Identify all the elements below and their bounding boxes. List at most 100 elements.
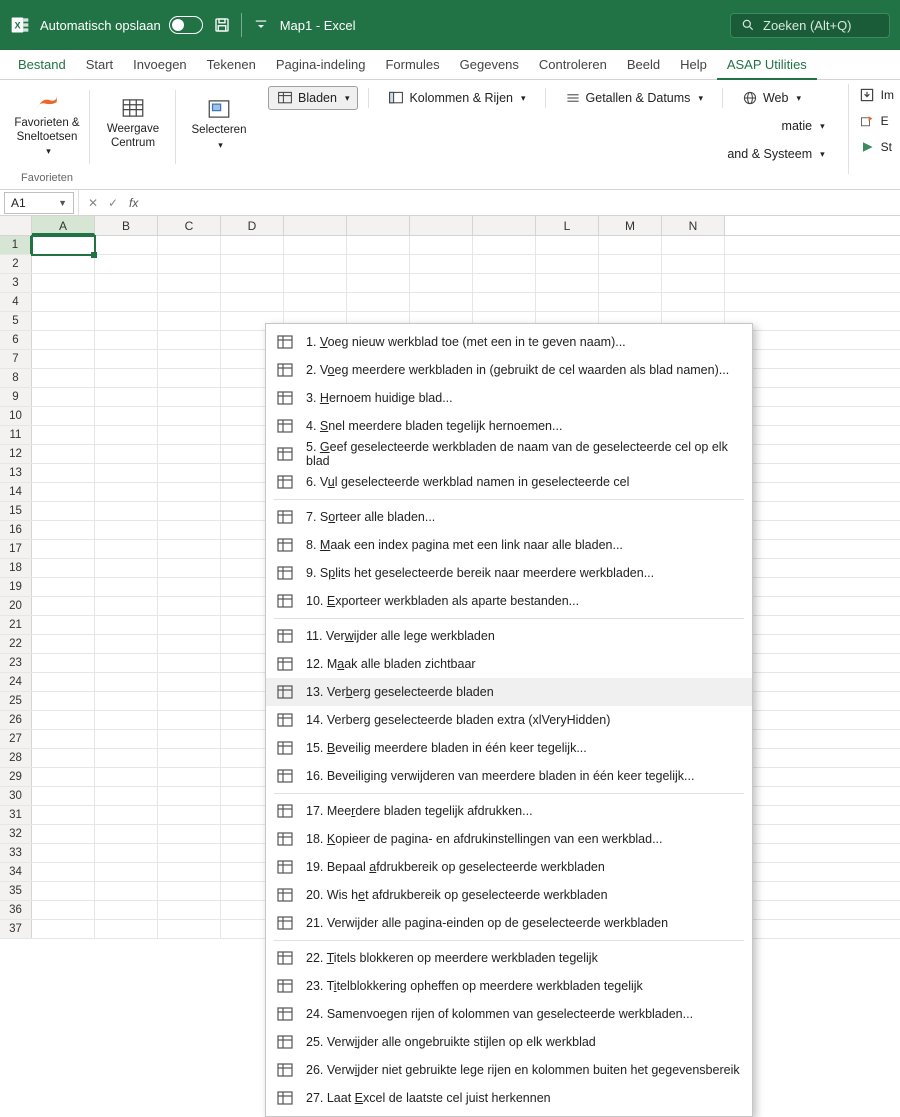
cell[interactable] bbox=[95, 768, 158, 787]
cell[interactable] bbox=[221, 236, 284, 255]
column-header[interactable] bbox=[347, 216, 410, 235]
row-header[interactable]: 3 bbox=[0, 274, 32, 292]
name-box[interactable]: A1 ▼ bbox=[4, 192, 74, 214]
row-header[interactable]: 16 bbox=[0, 521, 32, 539]
cell[interactable] bbox=[95, 464, 158, 483]
row-header[interactable]: 23 bbox=[0, 654, 32, 672]
row-header[interactable]: 37 bbox=[0, 920, 32, 938]
select-button[interactable]: Selecteren ▾ bbox=[184, 84, 254, 162]
cell[interactable] bbox=[32, 502, 95, 521]
cell[interactable] bbox=[32, 920, 95, 939]
cell[interactable] bbox=[284, 293, 347, 312]
cell[interactable] bbox=[158, 559, 221, 578]
menu-item-24[interactable]: 24. Samenvoegen rijen of kolommen van ge… bbox=[266, 1000, 752, 1028]
cell[interactable] bbox=[599, 293, 662, 312]
menu-item-16[interactable]: 16. Beveiliging verwijderen van meerdere… bbox=[266, 762, 752, 790]
menu-item-3[interactable]: 3. Hernoem huidige blad... bbox=[266, 384, 752, 412]
cell[interactable] bbox=[158, 502, 221, 521]
menu-item-23[interactable]: 23. Titelblokkering opheffen op meerdere… bbox=[266, 972, 752, 1000]
cell[interactable] bbox=[158, 274, 221, 293]
menu-item-18[interactable]: 18. Kopieer de pagina- en afdrukinstelli… bbox=[266, 825, 752, 853]
cell[interactable] bbox=[95, 236, 158, 255]
cell[interactable] bbox=[32, 388, 95, 407]
cell[interactable] bbox=[536, 274, 599, 293]
row-header[interactable]: 10 bbox=[0, 407, 32, 425]
cell[interactable] bbox=[95, 901, 158, 920]
cell[interactable] bbox=[158, 787, 221, 806]
row-header[interactable]: 7 bbox=[0, 350, 32, 368]
tab-invoegen[interactable]: Invoegen bbox=[123, 50, 197, 80]
tab-asap-utilities[interactable]: ASAP Utilities bbox=[717, 50, 817, 80]
cell[interactable] bbox=[158, 749, 221, 768]
cell[interactable] bbox=[158, 426, 221, 445]
column-header[interactable]: D bbox=[221, 216, 284, 235]
cell[interactable] bbox=[32, 312, 95, 331]
cell[interactable] bbox=[95, 673, 158, 692]
cell[interactable] bbox=[158, 236, 221, 255]
cell[interactable] bbox=[158, 331, 221, 350]
cell[interactable] bbox=[95, 331, 158, 350]
menu-item-21[interactable]: 21. Verwijder alle pagina-einden op de g… bbox=[266, 909, 752, 937]
cell[interactable] bbox=[158, 844, 221, 863]
cell[interactable] bbox=[410, 293, 473, 312]
column-header[interactable]: C bbox=[158, 216, 221, 235]
row-header[interactable]: 28 bbox=[0, 749, 32, 767]
menu-item-11[interactable]: 11. Verwijder alle lege werkbladen bbox=[266, 622, 752, 650]
export-button[interactable]: E bbox=[859, 110, 894, 132]
row-header[interactable]: 29 bbox=[0, 768, 32, 786]
cell[interactable] bbox=[32, 331, 95, 350]
cell[interactable] bbox=[158, 369, 221, 388]
cell[interactable] bbox=[95, 787, 158, 806]
cell[interactable] bbox=[95, 293, 158, 312]
menu-item-13[interactable]: 13. Verberg geselecteerde bladen bbox=[266, 678, 752, 706]
cell[interactable] bbox=[473, 255, 536, 274]
cell[interactable] bbox=[158, 255, 221, 274]
cell[interactable] bbox=[32, 654, 95, 673]
cell[interactable] bbox=[95, 863, 158, 882]
cell[interactable] bbox=[95, 426, 158, 445]
row-header[interactable]: 2 bbox=[0, 255, 32, 273]
getallen-datums-dropdown[interactable]: Getallen & Datums▾ bbox=[556, 86, 712, 110]
cell[interactable] bbox=[410, 236, 473, 255]
menu-item-6[interactable]: 6. Vul geselecteerde werkblad namen in g… bbox=[266, 468, 752, 496]
cell[interactable] bbox=[221, 274, 284, 293]
cell[interactable] bbox=[599, 274, 662, 293]
formula-input[interactable] bbox=[147, 192, 900, 214]
cell[interactable] bbox=[32, 749, 95, 768]
row-header[interactable]: 18 bbox=[0, 559, 32, 577]
menu-item-10[interactable]: 10. Exporteer werkbladen als aparte best… bbox=[266, 587, 752, 615]
cell[interactable] bbox=[158, 882, 221, 901]
web-dropdown[interactable]: Web▾ bbox=[733, 86, 810, 110]
cell[interactable] bbox=[95, 407, 158, 426]
tab-tekenen[interactable]: Tekenen bbox=[197, 50, 266, 80]
cell[interactable] bbox=[32, 806, 95, 825]
row-header[interactable]: 1 bbox=[0, 236, 32, 254]
cell[interactable] bbox=[32, 445, 95, 464]
view-center-button[interactable]: Weergave Centrum bbox=[98, 84, 168, 162]
cell[interactable] bbox=[284, 255, 347, 274]
row-header[interactable]: 14 bbox=[0, 483, 32, 501]
cell[interactable] bbox=[32, 578, 95, 597]
cell[interactable] bbox=[95, 502, 158, 521]
menu-item-7[interactable]: 7. Sorteer alle bladen... bbox=[266, 503, 752, 531]
tab-controleren[interactable]: Controleren bbox=[529, 50, 617, 80]
informatie-dropdown[interactable]: matie▾ bbox=[773, 115, 834, 137]
cell[interactable] bbox=[32, 616, 95, 635]
cell[interactable] bbox=[158, 711, 221, 730]
row-header[interactable]: 33 bbox=[0, 844, 32, 862]
menu-item-14[interactable]: 14. Verberg geselecteerde bladen extra (… bbox=[266, 706, 752, 734]
confirm-icon[interactable]: ✓ bbox=[105, 196, 121, 210]
cell[interactable] bbox=[32, 882, 95, 901]
quickaccess-dropdown-icon[interactable] bbox=[252, 16, 270, 34]
cell[interactable] bbox=[32, 863, 95, 882]
cell[interactable] bbox=[95, 882, 158, 901]
cell[interactable] bbox=[284, 236, 347, 255]
cell[interactable] bbox=[95, 540, 158, 559]
cell[interactable] bbox=[536, 293, 599, 312]
row-header[interactable]: 35 bbox=[0, 882, 32, 900]
select-all-corner[interactable] bbox=[0, 216, 32, 235]
cell[interactable] bbox=[662, 293, 725, 312]
cell[interactable] bbox=[158, 673, 221, 692]
row-header[interactable]: 5 bbox=[0, 312, 32, 330]
search-box[interactable]: Zoeken (Alt+Q) bbox=[730, 13, 890, 38]
